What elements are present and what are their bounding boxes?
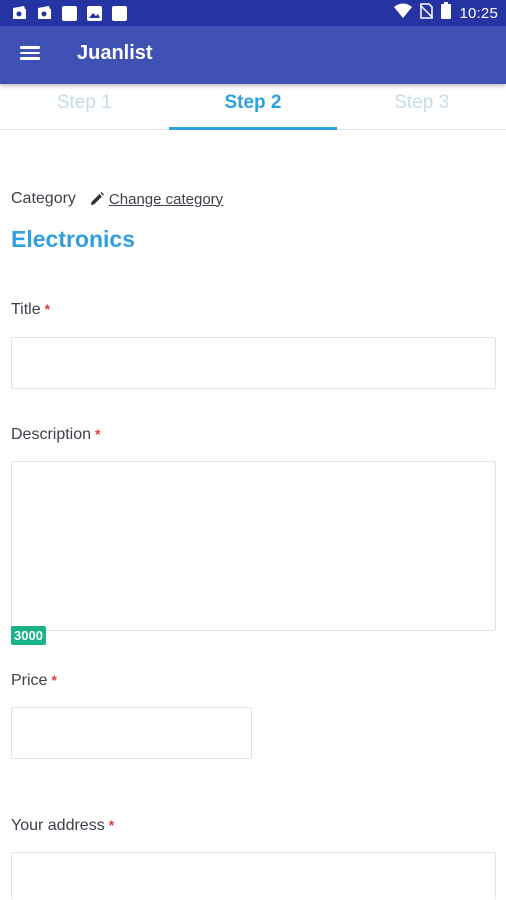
description-label-row: Description * xyxy=(11,426,100,444)
address-label-row: Your address * xyxy=(11,817,114,835)
price-label: Price xyxy=(11,672,48,689)
clock-time: 10:25 xyxy=(459,4,498,22)
price-label-row: Price * xyxy=(11,672,57,690)
battery-icon xyxy=(441,2,452,24)
required-marker: * xyxy=(95,426,101,442)
title-input[interactable] xyxy=(11,337,496,389)
wallet-icon xyxy=(10,4,28,22)
system-icons: 10:25 xyxy=(394,2,498,24)
title-label-row: Title * xyxy=(11,301,50,319)
change-category-label: Change category xyxy=(108,190,224,208)
change-category-link[interactable]: Change category xyxy=(90,191,223,208)
app-title: Juanlist xyxy=(77,42,153,64)
category-value: Electronics xyxy=(11,226,135,252)
wifi-icon xyxy=(394,3,413,24)
step-tabs: Step 1 Step 2 Step 3 xyxy=(0,84,506,130)
category-label: Category xyxy=(11,190,76,207)
notification-square-icon xyxy=(60,4,78,22)
status-bar: 10:25 xyxy=(0,0,506,26)
menu-icon[interactable] xyxy=(18,43,42,67)
title-label: Title xyxy=(11,301,41,318)
image-icon xyxy=(85,4,103,22)
description-textarea[interactable] xyxy=(11,461,496,631)
tab-step-2[interactable]: Step 2 xyxy=(168,84,338,130)
no-sim-icon xyxy=(419,2,434,24)
wallet-icon xyxy=(35,4,53,22)
pencil-icon xyxy=(90,192,104,205)
required-marker: * xyxy=(44,301,51,317)
character-counter-badge: 3000 xyxy=(11,626,46,645)
tab-step-1[interactable]: Step 1 xyxy=(0,84,169,129)
address-label: Your address xyxy=(11,817,105,834)
tab-step-3[interactable]: Step 3 xyxy=(337,84,506,129)
notification-square-icon xyxy=(110,4,128,22)
app-bar: Juanlist xyxy=(0,26,506,84)
required-marker: * xyxy=(108,817,115,833)
notification-icons xyxy=(10,4,128,22)
description-label: Description xyxy=(11,426,92,443)
required-marker: * xyxy=(51,672,57,688)
category-row: Category Change category xyxy=(11,189,223,209)
price-input[interactable] xyxy=(11,707,252,759)
address-input[interactable] xyxy=(11,852,496,900)
